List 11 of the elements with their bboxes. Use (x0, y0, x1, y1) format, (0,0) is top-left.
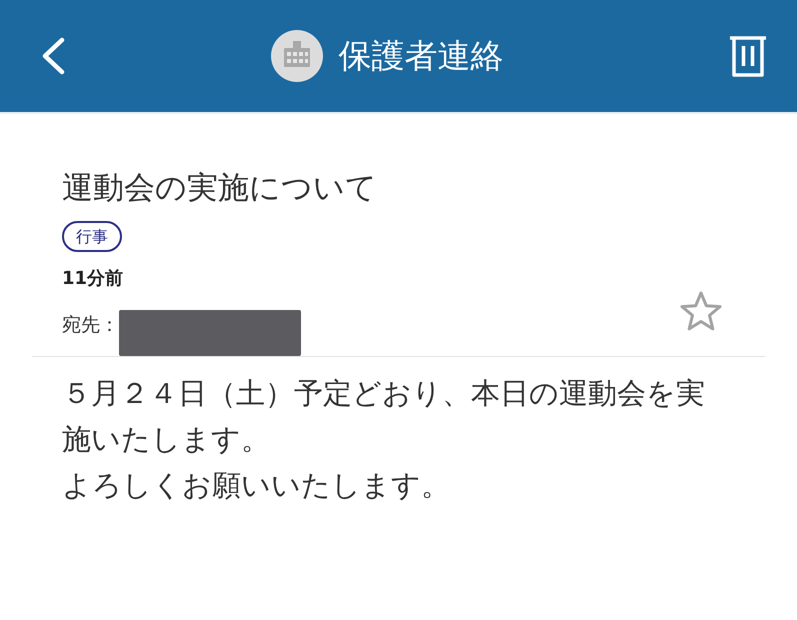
star-icon[interactable] (679, 290, 723, 332)
posted-time: 11分前 (62, 267, 124, 291)
message-body-text: よろしくお願いいたします。 (62, 467, 451, 504)
message-body-text: ５月２４日（土）予定どおり、本日の運動会を実施いたします。 (62, 375, 706, 458)
header-title: 保護者連絡 (338, 36, 504, 76)
recipient-label: 宛先： (62, 313, 119, 338)
back-icon[interactable] (40, 37, 66, 75)
category-tag: 行事 (62, 221, 122, 252)
trash-icon[interactable] (728, 34, 768, 78)
school-building-icon (270, 30, 322, 82)
message-title: 運動会の実施について (62, 169, 377, 208)
